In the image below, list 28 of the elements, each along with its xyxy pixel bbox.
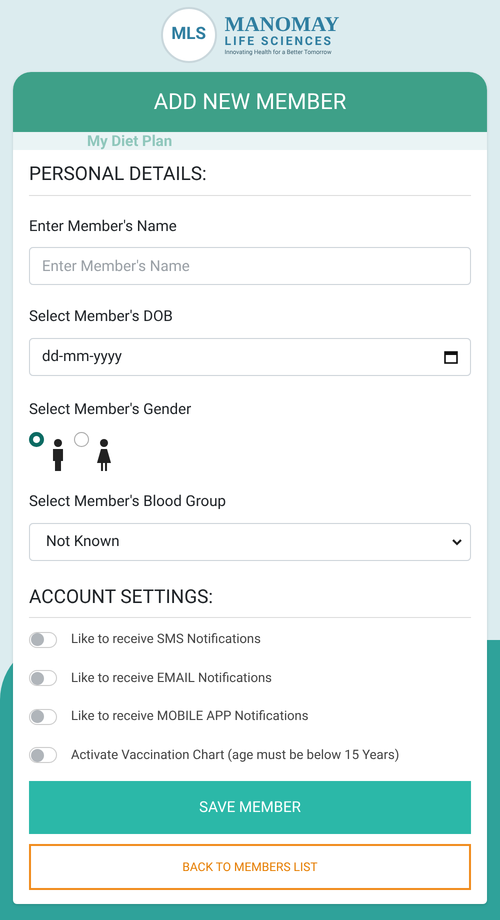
toggle-switch[interactable] [29,670,57,686]
logo-badge: MLS [160,7,217,63]
card-title: ADD NEW MEMBER [154,88,346,116]
chevron-down-icon [452,538,462,546]
logo-subname: LIFE SCIENCES [224,35,334,47]
toggle-switch[interactable] [29,708,57,725]
male-person-icon [52,439,64,471]
section-heading: ACCOUNT SETTINGS: [29,582,471,618]
gender-radio[interactable] [29,432,44,447]
gender-radio[interactable] [74,432,89,447]
setting-label: Activate Vaccination Chart (age must be below 15 Years) [71,746,400,764]
setting-label: Like to receive MOBILE APP Notifications [71,708,308,726]
date-input-field[interactable]: dd-mm-yyyy [29,338,471,376]
female-person-icon [97,439,111,471]
section-heading: PERSONAL DETAILS: [29,150,471,196]
field-label: Select Member's Blood Group [29,491,227,512]
background-caption: My Diet Plan [87,134,172,148]
toggle-switch[interactable] [29,632,57,648]
setting-label: Like to receive SMS Notifications [71,631,261,649]
toggle-switch[interactable] [29,747,57,764]
setting-label: Like to receive EMAIL Notifications [71,670,272,688]
logo-name: MANOMAY [224,14,340,35]
field-label: Enter Member's Name [29,216,178,236]
name-input-field[interactable]: Enter Member's Name [29,247,471,285]
blood-group-select[interactable]: Not Known [29,522,471,560]
field-label: Select Member's DOB [29,306,174,327]
calendar-icon [444,350,458,364]
field-label: Select Member's Gender [29,398,192,420]
